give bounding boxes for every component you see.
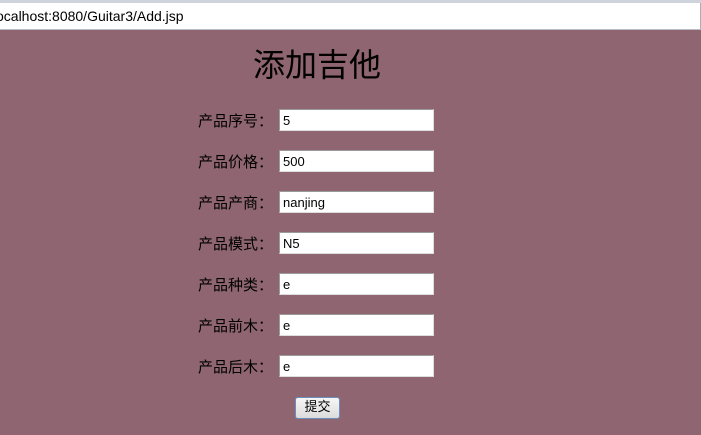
browser-address-bar[interactable]: ocalhost:8080/Guitar3/Add.jsp: [0, 0, 701, 30]
product-type-input[interactable]: [279, 273, 434, 295]
product-front-wood-label: 产品前木：: [198, 317, 274, 335]
product-serial-input[interactable]: [279, 109, 434, 131]
page-title: 添加吉他: [252, 46, 381, 84]
product-back-wood-input[interactable]: [279, 355, 434, 377]
product-model-input[interactable]: [279, 232, 434, 254]
product-serial-label: 产品序号：: [198, 112, 274, 130]
address-url-text[interactable]: ocalhost:8080/Guitar3/Add.jsp: [0, 8, 184, 24]
product-price-input[interactable]: [279, 150, 434, 172]
product-back-wood-label: 产品后木：: [198, 358, 274, 376]
product-price-label: 产品价格：: [198, 153, 274, 171]
submit-button[interactable]: 提交: [295, 397, 340, 419]
product-model-label: 产品模式：: [198, 235, 274, 253]
product-front-wood-input[interactable]: [279, 314, 434, 336]
product-manufacturer-input[interactable]: [279, 191, 434, 213]
product-type-label: 产品种类：: [198, 276, 274, 294]
product-manufacturer-label: 产品产商：: [198, 194, 274, 212]
